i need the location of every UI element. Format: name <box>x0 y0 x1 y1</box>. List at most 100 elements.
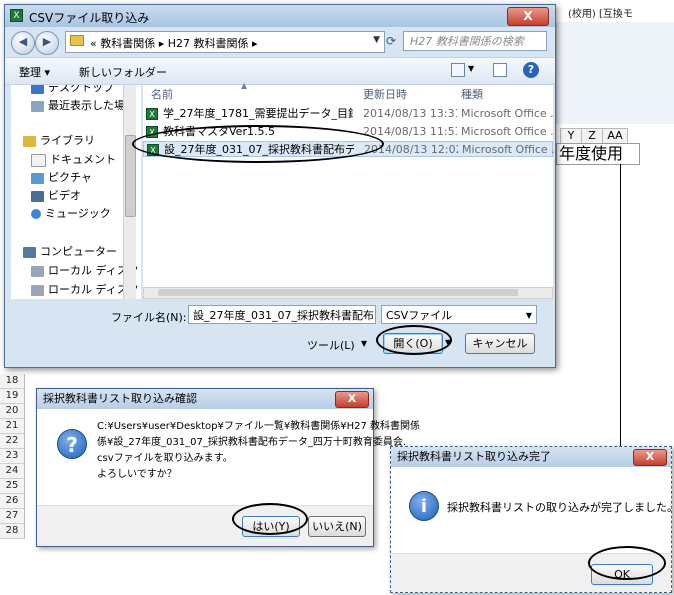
sidebar-item-label: コンピューター <box>40 245 117 258</box>
sidebar-item-library[interactable]: ライブラリ <box>23 132 95 149</box>
excel-file-icon: X <box>146 108 158 120</box>
row-number[interactable]: 21 <box>0 419 25 434</box>
close-icon[interactable]: X <box>633 449 667 466</box>
sidebar-item-computer[interactable]: コンピューター <box>23 243 117 260</box>
desktop-icon <box>31 85 44 94</box>
videos-icon <box>31 190 44 202</box>
sidebar-item-label: ビデオ <box>48 189 81 202</box>
file-open-dialog: X CSVファイル取り込み X ◀ ▶ « 教科書関係 ▸ H27 教科書関係 … <box>4 4 556 368</box>
tools-menu-button[interactable]: ツール(L) <box>307 337 355 353</box>
scrollbar-thumb[interactable] <box>125 135 136 217</box>
close-icon[interactable]: X <box>335 391 369 408</box>
excel-file-icon: X <box>146 126 158 138</box>
breadcrumb-item-h27[interactable]: H27 教科書関係 <box>168 37 249 50</box>
dialog-titlebar[interactable]: X CSVファイル取り込み X <box>5 5 555 27</box>
column-header-name[interactable]: 名前 <box>151 85 173 105</box>
sidebar-item-music[interactable]: ミュージック <box>31 205 111 222</box>
info-icon: i <box>409 491 439 521</box>
sidebar-item-label: ライブラリ <box>40 134 95 147</box>
yes-button[interactable]: はい(Y) <box>242 516 300 537</box>
file-modified: 2014/08/13 12:02 <box>364 143 458 156</box>
no-button[interactable]: いいえ(N) <box>308 516 366 537</box>
new-folder-button[interactable]: 新しいフォルダー <box>79 64 167 80</box>
file-type: Microsoft Office ... <box>461 125 553 138</box>
ok-button[interactable]: OK <box>591 564 653 585</box>
background-ribbon <box>556 22 674 124</box>
navigation-bar: ◀ ▶ « 教科書関係 ▸ H27 教科書関係 ▸ ▼ ⟳ H27 教科書関係の… <box>5 27 555 57</box>
row-number[interactable]: 18 <box>0 374 25 389</box>
spreadsheet-cell[interactable]: 年度使用 <box>556 143 640 165</box>
row-number-column: 18 19 20 21 22 23 24 25 26 27 28 <box>0 374 25 539</box>
navigation-pane-scrollbar[interactable] <box>123 85 136 299</box>
sidebar-item-label: ドキュメント <box>50 153 116 166</box>
address-bar[interactable]: « 教科書関係 ▸ H27 教科書関係 ▸ ▼ <box>65 31 385 53</box>
confirm-message-line: よろしいですか？ <box>97 469 177 480</box>
file-name: 学_27年度_1781_需要提出データ_目録... <box>163 107 353 120</box>
row-number[interactable]: 19 <box>0 389 25 404</box>
file-name: 設_27年度_031_07_採択教科書配布デ... <box>164 143 354 156</box>
file-list-horizontal-scrollbar[interactable] <box>143 287 553 299</box>
recent-places-icon <box>31 100 44 112</box>
complete-dialog: 採択教科書リスト取り込み完了 X i 採択教科書リストの取り込みが完了しました。… <box>390 446 674 593</box>
breadcrumb: « 教科書関係 ▸ H27 教科書関係 ▸ <box>90 35 258 51</box>
column-header-modified[interactable]: 更新日時 <box>363 85 407 105</box>
column-header-z[interactable]: Z <box>581 128 603 144</box>
view-dropdown-icon[interactable]: ▼ <box>468 64 474 73</box>
confirm-dialog: 採択教科書リスト取り込み確認 X ? C:¥Users¥user¥Desktop… <box>36 388 420 547</box>
forward-button[interactable]: ▶ <box>35 31 59 55</box>
sidebar-item-desktop[interactable]: デスクトップ <box>31 85 114 96</box>
tools-dropdown-icon[interactable]: ▼ <box>361 339 367 348</box>
confirm-dialog-titlebar[interactable]: 採択教科書リスト取り込み確認 X <box>37 389 373 409</box>
refresh-icon[interactable]: ⟳ <box>386 34 396 48</box>
confirm-dialog-footer: はい(Y) いいえ(N) <box>37 505 373 546</box>
close-button[interactable]: X <box>507 7 549 26</box>
computer-icon <box>23 246 36 258</box>
sidebar-item-videos[interactable]: ビデオ <box>31 187 81 204</box>
confirm-message: C:¥Users¥user¥Desktop¥ファイル一覧¥教科書関係¥H27 教… <box>97 419 420 483</box>
search-input[interactable]: H27 教科書関係の検索 <box>403 31 547 51</box>
file-row-selected[interactable]: X 設_27年度_031_07_採択教科書配布デ... 2014/08/13 1… <box>143 141 554 157</box>
cancel-button[interactable]: キャンセル <box>465 333 535 354</box>
column-header-aa[interactable]: AA <box>602 128 628 144</box>
row-number[interactable]: 25 <box>0 479 25 494</box>
scrollbar-thumb[interactable] <box>158 289 518 296</box>
row-number[interactable]: 23 <box>0 449 25 464</box>
file-type: Microsoft Office ... <box>462 143 554 156</box>
sidebar-item-documents[interactable]: ドキュメント <box>31 151 116 168</box>
complete-dialog-titlebar[interactable]: 採択教科書リスト取り込み完了 X <box>391 447 671 467</box>
help-icon[interactable]: ? <box>523 62 539 78</box>
complete-dialog-title: 採択教科書リスト取り込み完了 <box>397 450 551 463</box>
sidebar-item-recent[interactable]: 最近表示した場所 <box>31 97 136 114</box>
column-header-type[interactable]: 種類 <box>461 85 483 105</box>
row-number[interactable]: 27 <box>0 509 25 524</box>
open-dropdown-icon[interactable]: ▼ <box>445 338 451 347</box>
row-number[interactable]: 26 <box>0 494 25 509</box>
row-number[interactable]: 28 <box>0 524 25 539</box>
organize-button[interactable]: 整理 ▾ <box>19 64 50 80</box>
breadcrumb-item-textbooks[interactable]: 教科書関係 <box>100 37 155 50</box>
chevron-down-icon: ▼ <box>525 311 532 320</box>
confirm-dialog-title: 採択教科書リスト取り込み確認 <box>43 392 197 405</box>
back-button[interactable]: ◀ <box>11 31 35 55</box>
row-number[interactable]: 22 <box>0 434 25 449</box>
open-button[interactable]: 開く(O) <box>383 333 443 354</box>
file-list-pane: 名前 ▲ 更新日時 種類 X 学_27年度_1781_需要提出データ_目録...… <box>143 81 554 299</box>
column-header-y[interactable]: Y <box>560 128 582 144</box>
library-icon <box>23 135 36 147</box>
excel-app-icon: X <box>10 9 23 22</box>
filename-input[interactable]: 設_27年度_031_07_採択教科書配布デ ▾ <box>188 305 376 324</box>
preview-pane-icon[interactable] <box>493 63 507 77</box>
folder-icon <box>70 35 84 46</box>
file-row[interactable]: X 教科書マスタVer1.5.5 2014/08/13 11:53 Micros… <box>143 124 553 140</box>
sidebar-item-pictures[interactable]: ピクチャ <box>31 169 92 186</box>
file-row[interactable]: X 学_27年度_1781_需要提出データ_目録... 2014/08/13 1… <box>143 106 553 122</box>
view-options-icon[interactable] <box>451 63 465 77</box>
sidebar-item-label: デスクトップ <box>48 85 114 94</box>
music-icon <box>31 209 41 219</box>
file-type-select[interactable]: CSVファイル ▼ <box>381 305 537 324</box>
excel-file-icon: X <box>147 144 159 156</box>
row-number[interactable]: 20 <box>0 404 25 419</box>
address-dropdown-icon[interactable]: ▼ <box>373 35 380 45</box>
confirm-message-line: 係¥設_27年度_031_07_採択教科書配布データ_四万十町教育委員会. <box>97 437 407 448</box>
row-number[interactable]: 24 <box>0 464 25 479</box>
